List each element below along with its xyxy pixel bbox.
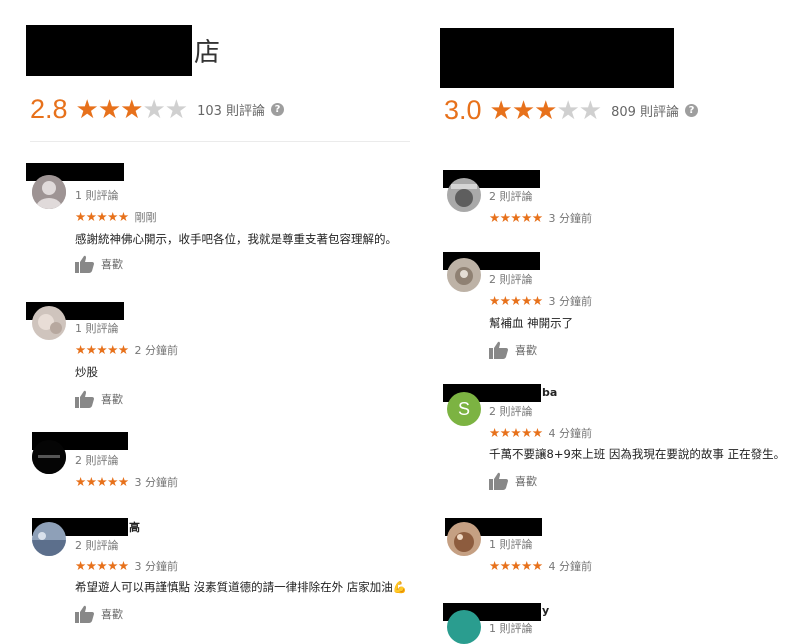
like-button[interactable]: 喜歡 (75, 390, 123, 408)
review-stars: ★★★★★ 2 分鐘前 (75, 342, 178, 358)
star-icon: ★ (511, 95, 535, 126)
avatar[interactable] (32, 440, 66, 474)
review-stars: ★★★★★ 4 分鐘前 (489, 425, 592, 441)
thumbs-up-icon (489, 472, 508, 490)
review-time: 剛剛 (134, 211, 157, 224)
review-stars-glyphs: ★★★★★ (75, 342, 129, 357)
like-button[interactable]: 喜歡 (75, 605, 123, 623)
review-text: 千萬不要讓8+9來上班 因為我現在要說的故事 正在發生。 (489, 447, 786, 461)
reviewer-review-count: 2 則評論 (489, 405, 533, 418)
redacted-place-name (26, 25, 192, 76)
star-icon: ★ (120, 94, 143, 125)
reviewer-name-visible: ba (542, 386, 558, 399)
rating-value: 2.8 (30, 94, 68, 124)
star-icon: ★ (75, 94, 99, 125)
review-stars-glyphs: ★★★★★ (489, 558, 543, 573)
review-time: 3 分鐘前 (134, 560, 179, 573)
avatar[interactable] (447, 610, 481, 644)
avatar[interactable] (32, 175, 66, 209)
review-text: 希望遊人可以再謹慎點 沒素質道德的請一律排除在外 店家加油💪 (75, 580, 408, 594)
review-stars: ★★★★★ 3 分鐘前 (489, 293, 592, 309)
review-stars-glyphs: ★★★★★ (75, 209, 129, 224)
review-text: 幫補血 神開示了 (489, 316, 574, 330)
like-label: 喜歡 (515, 475, 537, 488)
review-stars-glyphs: ★★★★★ (489, 210, 543, 225)
avatar[interactable] (32, 306, 66, 340)
avatar[interactable]: S (447, 392, 481, 426)
star-icon: ★ (164, 94, 188, 125)
star-icon: ★ (142, 94, 165, 125)
avatar[interactable] (447, 258, 481, 292)
like-label: 喜歡 (101, 608, 123, 621)
review-time: 3 分鐘前 (548, 295, 593, 308)
question-circle-icon[interactable]: ? (271, 103, 285, 116)
like-button[interactable]: 喜歡 (489, 341, 537, 359)
redacted-place-name (440, 28, 674, 88)
review-count-link[interactable]: 809 則評論 (611, 101, 679, 120)
reviewer-review-count: 2 則評論 (75, 539, 119, 552)
reviewer-name-visible: y (542, 604, 550, 617)
review-stars: ★★★★★ 3 分鐘前 (75, 558, 178, 574)
review-stars-glyphs: ★★★★★ (75, 474, 129, 489)
like-button[interactable]: 喜歡 (75, 255, 123, 273)
star-icon: ★ (578, 95, 602, 126)
thumbs-up-icon (75, 390, 94, 408)
star-icon: ★ (97, 94, 121, 125)
review-stars: ★★★★★ 3 分鐘前 (75, 474, 178, 490)
star-icon: ★ (534, 95, 557, 126)
review-time: 4 分鐘前 (548, 427, 593, 440)
avatar[interactable] (32, 522, 66, 556)
review-stars: ★★★★★ 4 分鐘前 (489, 558, 592, 574)
rating-summary: 3.0 ★★★★★ 809 則評論 ? (444, 95, 699, 126)
review-stars: ★★★★★ 3 分鐘前 (489, 210, 592, 226)
review-stars: ★★★★★ 剛剛 (75, 209, 157, 225)
review-time: 4 分鐘前 (548, 560, 593, 573)
like-button[interactable]: 喜歡 (489, 472, 537, 490)
rating-stars: ★★★★★ (489, 95, 603, 126)
thumbs-up-icon (489, 341, 508, 359)
place-title-suffix: 店 (194, 38, 221, 68)
review-time: 3 分鐘前 (134, 476, 179, 489)
reviewer-review-count: 2 則評論 (489, 273, 533, 286)
reviewer-review-count: 2 則評論 (489, 190, 533, 203)
review-stars-glyphs: ★★★★★ (75, 558, 129, 573)
question-circle-icon[interactable]: ? (685, 104, 699, 117)
like-label: 喜歡 (101, 393, 123, 406)
review-text: 炒股 (75, 365, 98, 379)
rating-summary: 2.8 ★★★★★ 103 則評論 ? (30, 94, 285, 125)
like-label: 喜歡 (101, 258, 123, 271)
like-label: 喜歡 (515, 344, 537, 357)
review-time: 3 分鐘前 (548, 212, 593, 225)
avatar[interactable] (447, 178, 481, 212)
review-time: 2 分鐘前 (134, 344, 179, 357)
star-icon: ★ (556, 95, 579, 126)
reviewer-review-count: 2 則評論 (75, 454, 119, 467)
thumbs-up-icon (75, 255, 94, 273)
reviewer-review-count: 1 則評論 (489, 538, 533, 551)
rating-value: 3.0 (444, 95, 482, 125)
review-count-link[interactable]: 103 則評論 (197, 100, 265, 119)
review-text: 感謝統神佛心開示，收手吧各位，我就是尊重支著包容理解的。 (75, 232, 397, 246)
divider (30, 141, 410, 142)
reviewer-name-visible: 高 (129, 521, 140, 534)
star-icon: ★ (489, 95, 513, 126)
reviewer-review-count: 1 則評論 (75, 322, 119, 335)
reviewer-review-count: 1 則評論 (489, 622, 533, 635)
rating-stars: ★★★★★ (75, 94, 189, 125)
reviewer-review-count: 1 則評論 (75, 189, 119, 202)
review-stars-glyphs: ★★★★★ (489, 425, 543, 440)
review-stars-glyphs: ★★★★★ (489, 293, 543, 308)
avatar[interactable] (447, 522, 481, 556)
thumbs-up-icon (75, 605, 94, 623)
